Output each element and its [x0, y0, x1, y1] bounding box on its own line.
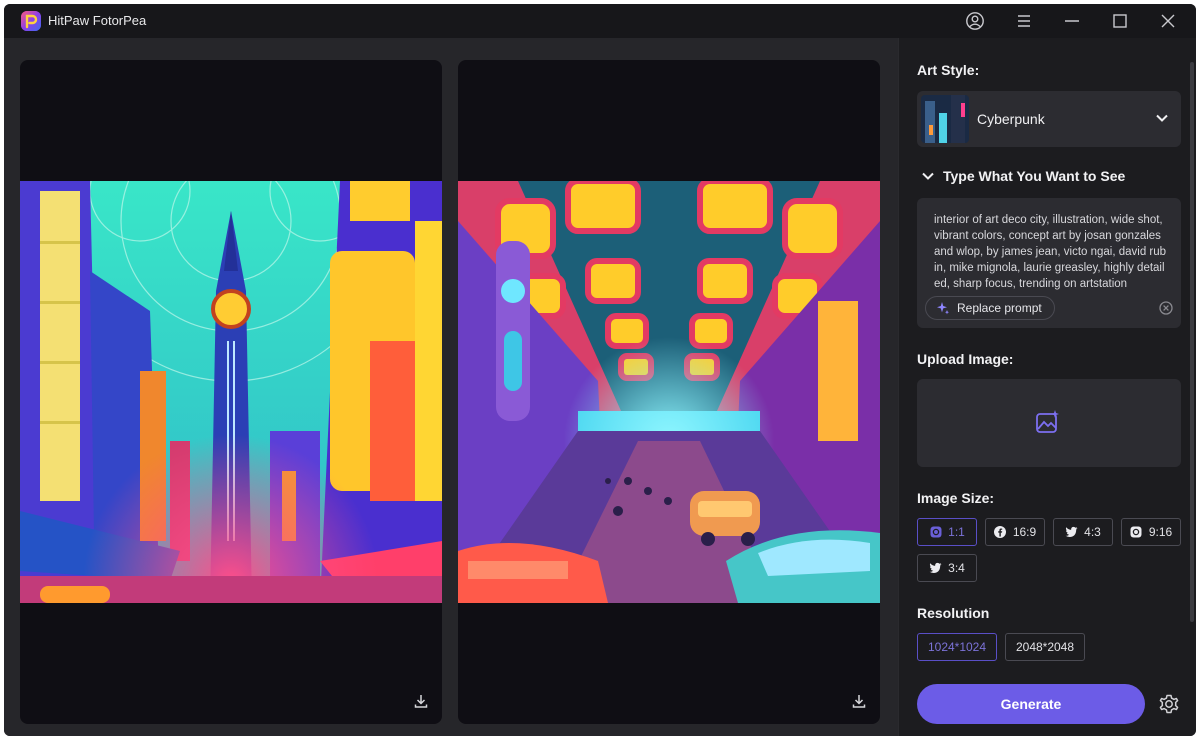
- resolution-option-label: 2048*2048: [1015, 640, 1075, 654]
- size-option-label: 9:16: [1148, 525, 1173, 539]
- size-option-label: 4:3: [1084, 525, 1101, 539]
- settings-sidebar: Art Style: Cyberpunk Type What You Want …: [898, 38, 1196, 736]
- replace-prompt-button[interactable]: Replace prompt: [925, 296, 1055, 320]
- sidebar-scrollbar[interactable]: [1190, 62, 1194, 622]
- maximize-icon[interactable]: [1108, 9, 1132, 33]
- art-style-label: Art Style:: [917, 62, 980, 78]
- add-image-icon: [1035, 409, 1061, 440]
- account-icon[interactable]: [963, 9, 987, 33]
- prompt-input[interactable]: interior of art deco city, illustration,…: [917, 198, 1181, 328]
- size-option-label: 16:9: [1012, 525, 1037, 539]
- image-workarea: [4, 38, 898, 736]
- instagram-icon: [1130, 526, 1143, 539]
- gear-icon[interactable]: [1157, 692, 1181, 716]
- resolution-option-2048[interactable]: 2048*2048: [1005, 633, 1085, 661]
- facebook-icon: [994, 526, 1007, 539]
- size-option-label: 3:4: [948, 561, 965, 575]
- size-option-label: 1:1: [948, 525, 965, 539]
- title-bar: HitPaw FotorPea: [4, 4, 1196, 38]
- twitter-icon: [1065, 526, 1078, 539]
- resolution-option-1024[interactable]: 1024*1024: [917, 633, 997, 661]
- generated-image-card: [458, 60, 880, 724]
- resolution-label: Resolution: [917, 605, 990, 621]
- art-style-dropdown[interactable]: Cyberpunk: [917, 91, 1181, 147]
- twitter-icon: [929, 562, 942, 575]
- minimize-icon[interactable]: [1060, 9, 1084, 33]
- app-logo-icon: [20, 10, 42, 32]
- app-title: HitPaw FotorPea: [48, 13, 147, 28]
- image-size-label: Image Size:: [917, 490, 995, 506]
- chevron-down-icon: [922, 172, 934, 180]
- generated-image-card: [20, 60, 442, 724]
- chevron-down-icon: [1155, 111, 1169, 130]
- menu-icon[interactable]: [1012, 9, 1036, 33]
- style-thumbnail: [921, 95, 969, 143]
- clear-prompt-icon[interactable]: [1159, 301, 1173, 315]
- download-icon[interactable]: [848, 690, 870, 712]
- replace-prompt-label: Replace prompt: [957, 301, 1042, 315]
- prompt-section-toggle[interactable]: Type What You Want to See: [921, 168, 1125, 184]
- size-option-1-1[interactable]: 1:1: [917, 518, 977, 546]
- size-option-9-16[interactable]: 9:16: [1121, 518, 1181, 546]
- upload-image-dropzone[interactable]: [917, 379, 1181, 467]
- size-option-16-9[interactable]: 16:9: [985, 518, 1045, 546]
- instagram-icon: [929, 526, 942, 539]
- app-window: HitPaw FotorPea Art Style: Cyberpunk Typ…: [4, 4, 1196, 736]
- sparkle-icon: [937, 302, 949, 315]
- size-option-3-4[interactable]: 3:4: [917, 554, 977, 582]
- generate-button[interactable]: Generate: [917, 684, 1145, 724]
- prompt-heading: Type What You Want to See: [943, 168, 1126, 184]
- close-icon[interactable]: [1156, 9, 1180, 33]
- prompt-text[interactable]: interior of art deco city, illustration,…: [934, 212, 1168, 292]
- download-icon[interactable]: [410, 690, 432, 712]
- size-option-4-3[interactable]: 4:3: [1053, 518, 1113, 546]
- resolution-option-label: 1024*1024: [927, 640, 987, 654]
- generated-image[interactable]: [458, 181, 880, 603]
- upload-image-label: Upload Image:: [917, 351, 1014, 367]
- generated-image[interactable]: [20, 181, 442, 603]
- art-style-value: Cyberpunk: [977, 111, 1045, 127]
